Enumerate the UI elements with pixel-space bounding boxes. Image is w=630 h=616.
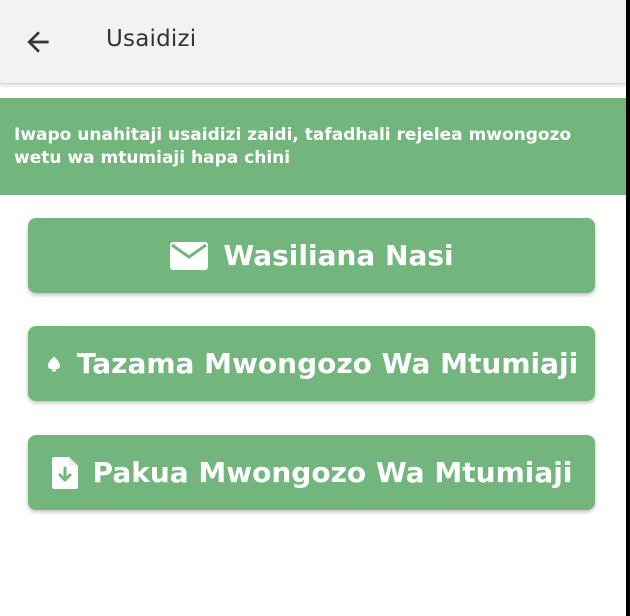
back-button[interactable] [20, 24, 56, 60]
download-user-guide-button[interactable]: Pakua Mwongozo Wa Mtumiaji [28, 435, 595, 510]
page-title: Usaidizi [106, 26, 197, 52]
screen-edge [626, 0, 630, 616]
view-user-guide-button[interactable]: Tazama Mwongozo Wa Mtumiaji [28, 326, 595, 401]
help-screen: Usaidizi Iwapo unahitaji usaidizi zaidi,… [0, 0, 630, 616]
download-user-guide-label: Pakua Mwongozo Wa Mtumiaji [92, 456, 573, 489]
app-bar: Usaidizi [0, 0, 626, 84]
mail-icon [169, 241, 209, 271]
contact-us-label: Wasiliana Nasi [223, 239, 454, 272]
contact-us-button[interactable]: Wasiliana Nasi [28, 218, 595, 293]
spade-icon [45, 355, 63, 373]
download-file-icon [51, 456, 79, 490]
view-user-guide-label: Tazama Mwongozo Wa Mtumiaji [76, 347, 579, 380]
info-text: Iwapo unahitaji usaidizi zaidi, tafadhal… [14, 125, 572, 168]
arrow-left-icon [27, 31, 49, 53]
